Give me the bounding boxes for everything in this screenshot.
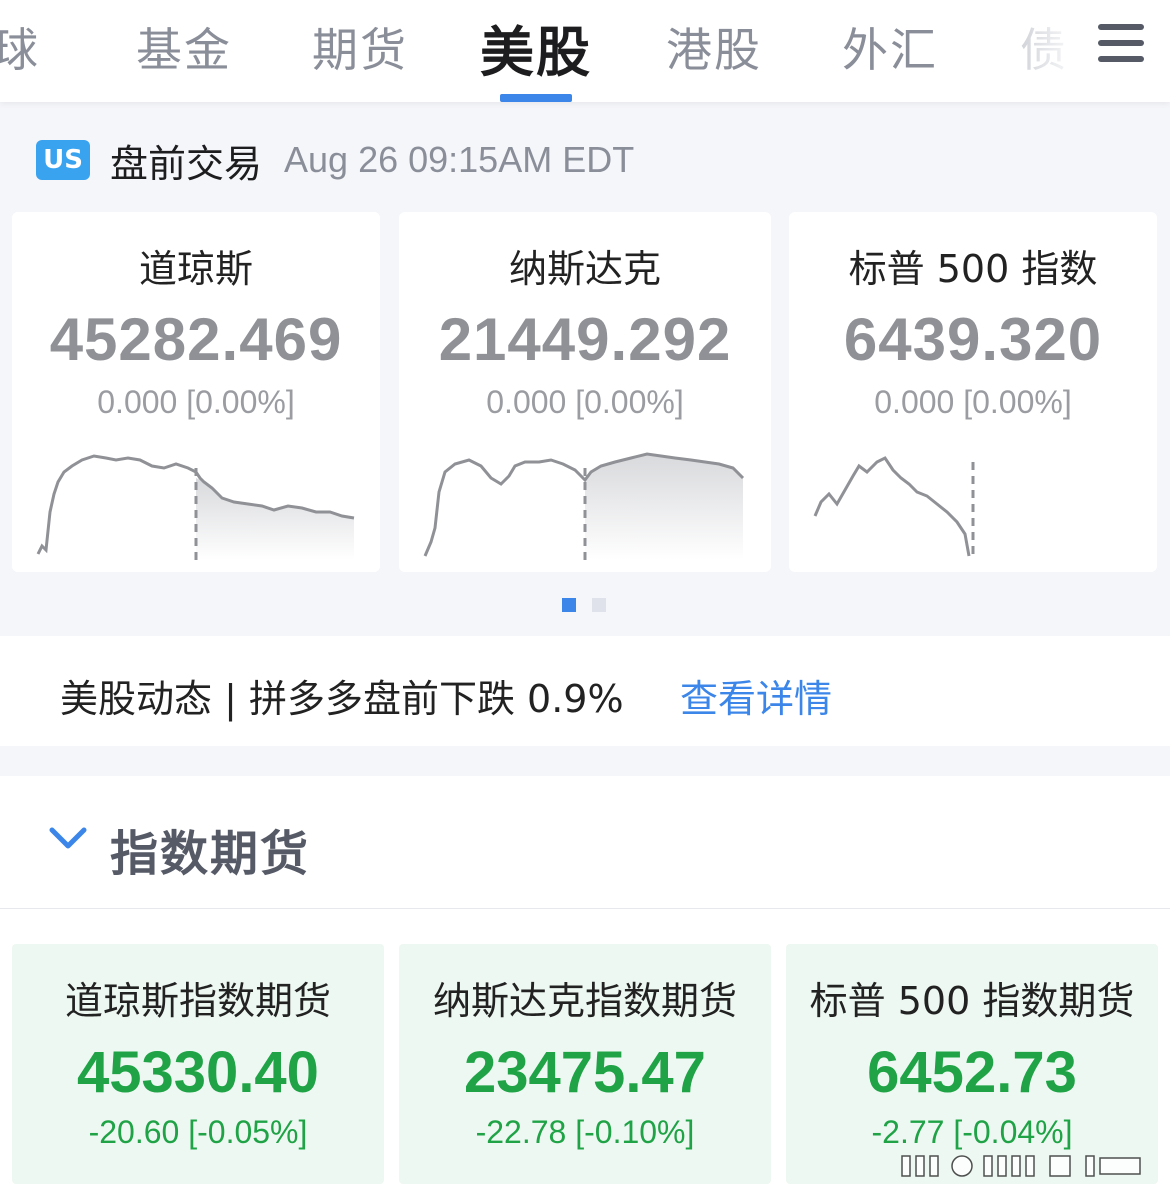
menu-icon[interactable] xyxy=(1098,24,1144,62)
futures-section-header[interactable]: 指数期货 xyxy=(0,776,1170,909)
future-change: -2.77 [-0.04%] xyxy=(871,1114,1073,1150)
future-value: 6452.73 xyxy=(867,1040,1077,1105)
index-change: 0.000 [0.00%] xyxy=(97,384,295,420)
future-value: 45330.40 xyxy=(77,1040,319,1105)
index-card-dow[interactable]: 道琼斯 45282.469 0.000 [0.00%] xyxy=(12,212,380,572)
active-tab-indicator xyxy=(500,94,572,102)
future-change: -22.78 [-0.10%] xyxy=(475,1114,695,1150)
future-name: 道琼斯指数期货 xyxy=(64,979,331,1023)
pager-dot[interactable] xyxy=(592,598,606,612)
index-futures-section: 指数期货 道琼斯指数期货 45330.40 -20.60 [-0.05%] 纳斯… xyxy=(0,776,1170,1204)
tab-forex[interactable]: 外汇 xyxy=(842,14,938,80)
tab-us-stocks[interactable]: 美股 xyxy=(480,8,592,87)
index-change: 0.000 [0.00%] xyxy=(486,384,684,420)
watermark-logo xyxy=(901,1155,1141,1177)
dow-sparkline xyxy=(36,454,355,560)
sp500-sparkline xyxy=(813,456,975,560)
tab-global[interactable]: 球 xyxy=(0,14,40,80)
index-value: 21449.292 xyxy=(438,306,732,373)
index-card-sp500[interactable]: 标普 500 指数 6439.320 0.000 [0.00%] xyxy=(789,212,1157,572)
market-tab-bar: 球 基金 期货 美股 港股 外汇 债 xyxy=(0,0,1170,102)
futures-section-title: 指数期货 xyxy=(110,826,311,882)
news-headline: 美股动态 | 拼多多盘前下跌 0.9% xyxy=(60,677,624,721)
index-value: 45282.469 xyxy=(49,306,343,373)
tab-futures[interactable]: 期货 xyxy=(312,14,408,80)
index-value: 6439.320 xyxy=(843,306,1103,373)
chevron-down-icon[interactable] xyxy=(48,824,88,854)
pager-dot-active[interactable] xyxy=(562,598,576,612)
premarket-title: 盘前交易 xyxy=(110,141,263,186)
future-change: -20.60 [-0.05%] xyxy=(88,1114,308,1150)
index-name: 标普 500 指数 xyxy=(848,247,1098,291)
future-card-dow[interactable]: 道琼斯指数期货 45330.40 -20.60 [-0.05%] xyxy=(12,944,384,1184)
index-name: 道琼斯 xyxy=(138,247,253,291)
future-card-nasdaq[interactable]: 纳斯达克指数期货 23475.47 -22.78 [-0.10%] xyxy=(399,944,771,1184)
index-change: 0.000 [0.00%] xyxy=(874,384,1072,420)
index-name: 纳斯达克 xyxy=(508,247,661,291)
index-card-nasdaq[interactable]: 纳斯达克 21449.292 0.000 [0.00%] xyxy=(399,212,771,572)
tab-hk-stocks[interactable]: 港股 xyxy=(666,14,762,80)
premarket-timestamp: Aug 26 09:15AM EDT xyxy=(284,139,635,180)
us-stock-news-banner: 美股动态 | 拼多多盘前下跌 0.9% 查看详情 xyxy=(0,636,1170,746)
tab-fund[interactable]: 基金 xyxy=(136,14,232,80)
view-details-link[interactable]: 查看详情 xyxy=(680,668,832,723)
future-card-sp500[interactable]: 标普 500 指数期货 6452.73 -2.77 [-0.04%] xyxy=(786,944,1158,1184)
future-value: 23475.47 xyxy=(464,1040,706,1105)
us-market-badge: US xyxy=(36,140,90,180)
future-name: 标普 500 指数期货 xyxy=(809,979,1135,1023)
tab-fade-overlay xyxy=(1010,0,1100,100)
premarket-header: US 盘前交易 Aug 26 09:15AM EDT xyxy=(36,136,635,186)
future-name: 纳斯达克指数期货 xyxy=(432,979,737,1023)
nasdaq-sparkline xyxy=(423,452,745,560)
